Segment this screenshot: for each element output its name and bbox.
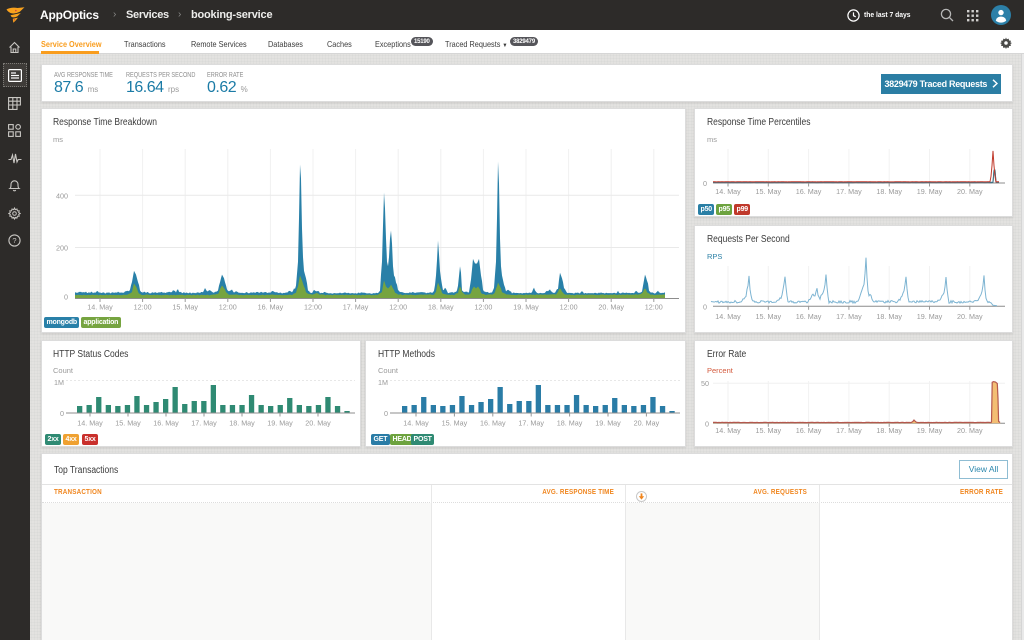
- svg-text:18. May: 18. May: [428, 303, 454, 312]
- svg-text:0: 0: [703, 179, 707, 188]
- svg-text:18. May: 18. May: [876, 312, 902, 321]
- svg-text:12:00: 12:00: [389, 303, 407, 312]
- svg-text:16. May: 16. May: [480, 419, 506, 428]
- svg-text:0: 0: [64, 293, 68, 302]
- svg-text:15. May: 15. May: [756, 187, 782, 196]
- svg-text:14. May: 14. May: [715, 426, 741, 435]
- svg-text:14. May: 14. May: [87, 303, 113, 312]
- svg-text:15. May: 15. May: [172, 303, 198, 312]
- svg-text:12:00: 12:00: [134, 303, 152, 312]
- svg-text:19. May: 19. May: [917, 187, 943, 196]
- svg-text:17. May: 17. May: [836, 426, 862, 435]
- svg-text:15. May: 15. May: [115, 419, 141, 428]
- svg-text:20. May: 20. May: [957, 426, 983, 435]
- svg-text:16. May: 16. May: [153, 419, 179, 428]
- svg-text:0: 0: [705, 419, 709, 428]
- svg-text:14. May: 14. May: [403, 419, 429, 428]
- svg-text:1M: 1M: [54, 378, 64, 387]
- svg-text:19. May: 19. May: [513, 303, 539, 312]
- svg-text:16. May: 16. May: [796, 312, 822, 321]
- svg-text:16. May: 16. May: [796, 426, 822, 435]
- svg-text:16. May: 16. May: [258, 303, 284, 312]
- svg-text:19. May: 19. May: [917, 312, 943, 321]
- svg-text:15. May: 15. May: [756, 312, 782, 321]
- svg-text:20. May: 20. May: [598, 303, 624, 312]
- svg-text:12:00: 12:00: [219, 303, 237, 312]
- svg-text:17. May: 17. May: [191, 419, 217, 428]
- svg-text:14. May: 14. May: [77, 419, 103, 428]
- svg-text:0: 0: [703, 302, 707, 311]
- svg-text:14. May: 14. May: [715, 187, 741, 196]
- svg-text:20. May: 20. May: [957, 187, 983, 196]
- svg-text:19. May: 19. May: [595, 419, 621, 428]
- svg-text:18. May: 18. May: [876, 187, 902, 196]
- svg-text:12:00: 12:00: [474, 303, 492, 312]
- svg-text:20. May: 20. May: [634, 419, 660, 428]
- svg-text:20. May: 20. May: [305, 419, 331, 428]
- svg-text:14. May: 14. May: [715, 312, 741, 321]
- svg-text:12:00: 12:00: [645, 303, 663, 312]
- svg-text:17. May: 17. May: [518, 419, 544, 428]
- svg-text:0: 0: [384, 409, 388, 418]
- svg-text:17. May: 17. May: [836, 312, 862, 321]
- svg-text:15. May: 15. May: [756, 426, 782, 435]
- svg-text:0: 0: [60, 409, 64, 418]
- svg-text:12:00: 12:00: [304, 303, 322, 312]
- svg-text:17. May: 17. May: [836, 187, 862, 196]
- svg-text:15. May: 15. May: [442, 419, 468, 428]
- svg-text:16. May: 16. May: [796, 187, 822, 196]
- svg-text:19. May: 19. May: [917, 426, 943, 435]
- svg-text:200: 200: [56, 244, 68, 253]
- svg-text:50: 50: [701, 379, 709, 388]
- svg-text:1M: 1M: [378, 378, 388, 387]
- svg-text:17. May: 17. May: [343, 303, 369, 312]
- svg-text:18. May: 18. May: [876, 426, 902, 435]
- svg-text:18. May: 18. May: [229, 419, 255, 428]
- svg-text:400: 400: [56, 192, 68, 201]
- svg-text:12:00: 12:00: [560, 303, 578, 312]
- svg-text:20. May: 20. May: [957, 312, 983, 321]
- svg-text:18. May: 18. May: [557, 419, 583, 428]
- svg-text:?: ?: [12, 236, 16, 245]
- svg-text:19. May: 19. May: [267, 419, 293, 428]
